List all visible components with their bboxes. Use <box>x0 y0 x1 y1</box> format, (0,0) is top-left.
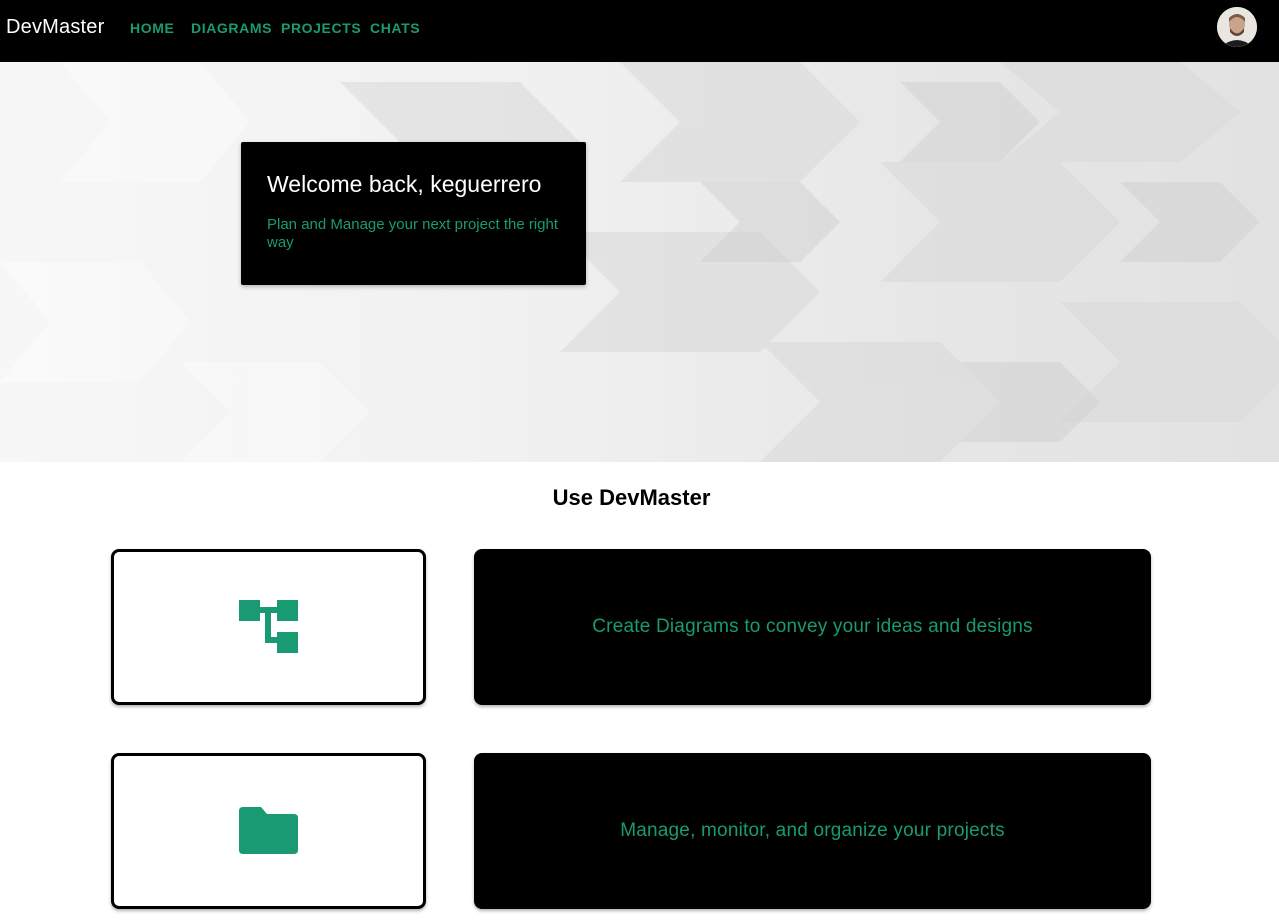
section-title: Use DevMaster <box>552 485 711 510</box>
diagrams-feature-label: Create Diagrams to convey your ideas and… <box>592 616 1033 637</box>
diagram-tree-icon <box>238 600 298 653</box>
avatar-icon <box>1217 7 1257 47</box>
welcome-card: Welcome back, keguerrero Plan and Manage… <box>241 142 586 285</box>
hero-background <box>0 62 1279 462</box>
projects-feature-label: Manage, monitor, and organize your proje… <box>620 820 1005 841</box>
user-avatar[interactable] <box>1217 7 1257 47</box>
brand-title[interactable]: DevMaster <box>6 16 105 39</box>
welcome-title: Welcome back, keguerrero <box>267 171 542 197</box>
welcome-subtitle: Plan and Manage your next project the ri… <box>267 216 559 251</box>
projects-icon-card[interactable] <box>111 753 426 909</box>
hero-banner: Welcome back, keguerrero Plan and Manage… <box>0 62 1279 462</box>
nav-home[interactable]: HOME <box>130 20 174 36</box>
nav-chats[interactable]: CHATS <box>370 20 420 36</box>
app-bar: DevMaster HOME DIAGRAMS PROJECTS CHATS <box>0 0 1279 62</box>
diagrams-icon-card[interactable] <box>111 549 426 705</box>
diagrams-feature-card[interactable]: Create Diagrams to convey your ideas and… <box>474 549 1151 705</box>
projects-feature-card[interactable]: Manage, monitor, and organize your proje… <box>474 753 1151 909</box>
nav-diagrams[interactable]: DIAGRAMS <box>191 20 272 36</box>
nav-projects[interactable]: PROJECTS <box>281 20 361 36</box>
folder-icon <box>238 807 298 854</box>
